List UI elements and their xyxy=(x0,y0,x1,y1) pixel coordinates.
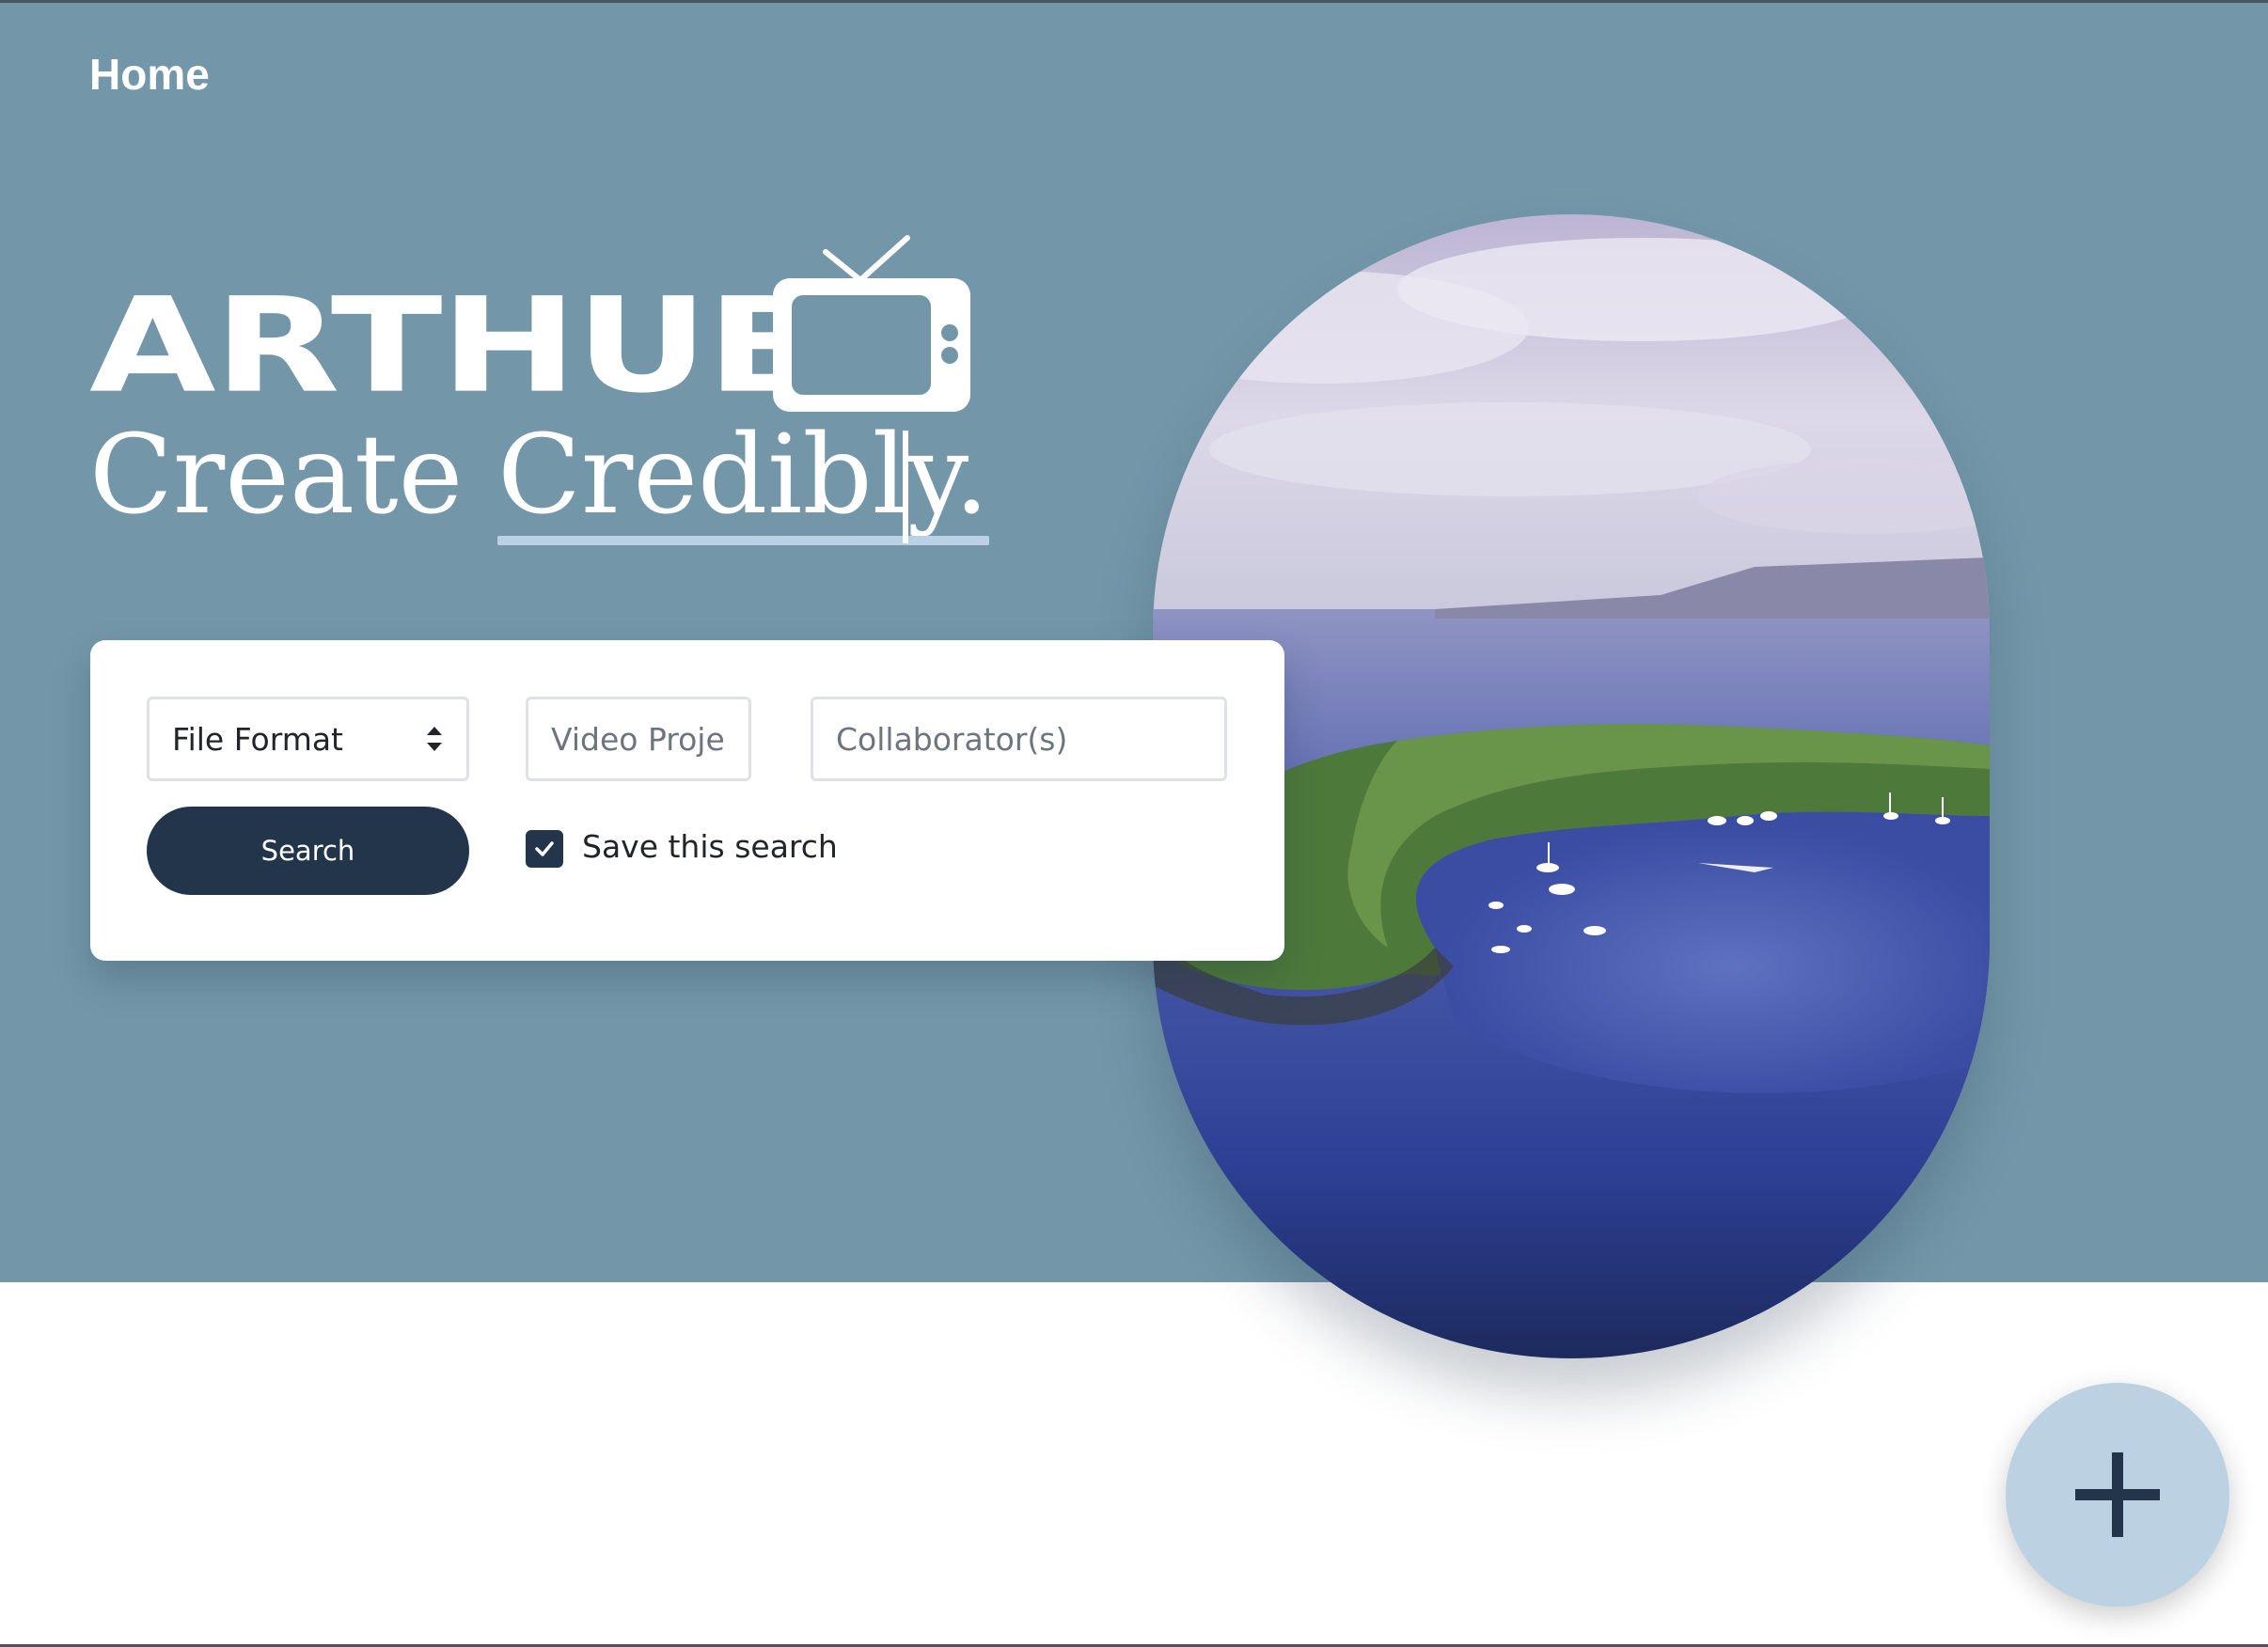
plus-icon xyxy=(2075,1452,2160,1537)
checkmark-icon xyxy=(535,841,554,856)
select-arrows-icon xyxy=(425,724,444,754)
video-project-input[interactable] xyxy=(551,720,726,758)
add-fab-button[interactable] xyxy=(2006,1383,2229,1607)
collaborator-field-wrapper xyxy=(811,697,1227,781)
tagline-accent: Credibly. xyxy=(497,412,989,545)
save-search-label[interactable]: Save this search xyxy=(582,828,838,865)
save-search-checkbox[interactable] xyxy=(526,830,563,868)
search-button[interactable]: Search xyxy=(147,807,469,895)
text-caret xyxy=(903,431,908,543)
project-field-wrapper xyxy=(526,697,751,781)
arthub-logo: ARTHUB xyxy=(89,233,970,423)
file-format-value: File Format xyxy=(172,720,343,758)
nav-home-link[interactable]: Home xyxy=(89,49,210,100)
tv-icon xyxy=(773,235,970,412)
hero-tagline: Create Credibly. xyxy=(89,412,989,545)
top-border xyxy=(0,0,2268,3)
logo-text: ARTHUB xyxy=(89,269,831,423)
file-format-select[interactable]: File Format xyxy=(147,697,469,781)
tagline-prefix: Create xyxy=(89,412,498,539)
search-form: File Format Search Save this search xyxy=(90,640,1284,961)
collaborators-input[interactable] xyxy=(836,720,1202,758)
